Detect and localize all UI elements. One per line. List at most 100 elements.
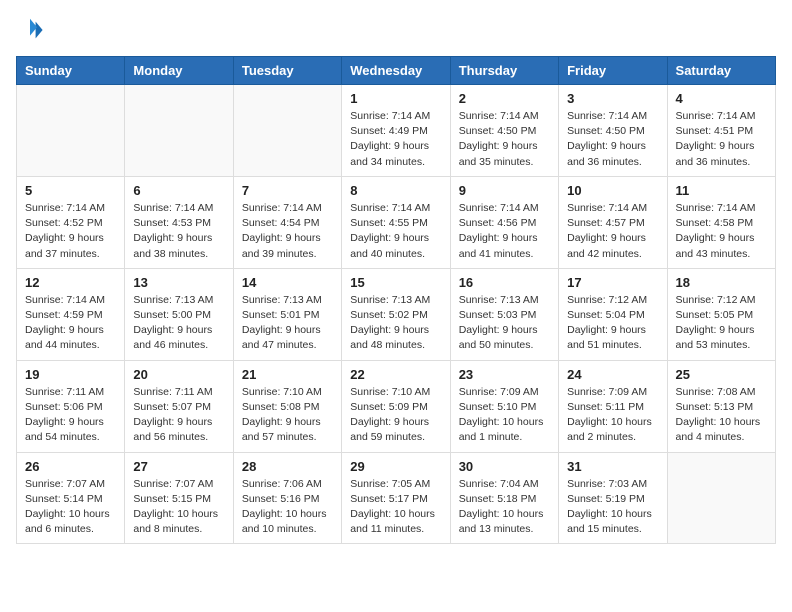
calendar-day-cell: 1 Sunrise: 7:14 AM Sunset: 4:49 PM Daylig…: [342, 85, 450, 177]
calendar-day-cell: [667, 452, 775, 544]
day-number: 11: [676, 183, 767, 198]
day-info: Sunrise: 7:14 AM Sunset: 4:53 PM Dayligh…: [133, 201, 224, 262]
day-info: Sunrise: 7:03 AM Sunset: 5:19 PM Dayligh…: [567, 477, 658, 538]
day-number: 31: [567, 459, 658, 474]
day-info: Sunrise: 7:09 AM Sunset: 5:10 PM Dayligh…: [459, 385, 550, 446]
day-number: 25: [676, 367, 767, 382]
calendar-day-cell: 26Sunrise: 7:07 AM Sunset: 5:14 PM Dayli…: [17, 452, 125, 544]
day-info: Sunrise: 7:06 AM Sunset: 5:16 PM Dayligh…: [242, 477, 333, 538]
calendar-day-cell: 3Sunrise: 7:14 AM Sunset: 4:50 PM Daylig…: [559, 85, 667, 177]
day-number: 20: [133, 367, 224, 382]
day-number: 9: [459, 183, 550, 198]
calendar-day-cell: 10 Sunrise: 7:14 AM Sunset: 4:57 PM Dayli…: [559, 176, 667, 268]
calendar-day-cell: 24 Sunrise: 7:09 AM Sunset: 5:11 PM Dayli…: [559, 360, 667, 452]
day-info: Sunrise: 7:10 AM Sunset: 5:08 PM Dayligh…: [242, 385, 333, 446]
calendar-day-cell: [17, 85, 125, 177]
calendar-table: SundayMondayTuesdayWednesdayThursdayFrid…: [16, 56, 776, 544]
day-info: Sunrise: 7:14 AM Sunset: 4:51 PM Dayligh…: [676, 109, 767, 170]
day-info: Sunrise: 7:14 AM Sunset: 4:55 PM Dayligh…: [350, 201, 441, 262]
day-info: Sunrise: 7:14 AM Sunset: 4:58 PM Dayligh…: [676, 201, 767, 262]
calendar-day-cell: 15 Sunrise: 7:13 AM Sunset: 5:02 PM Dayli…: [342, 268, 450, 360]
calendar-day-cell: 30Sunrise: 7:04 AM Sunset: 5:18 PM Dayli…: [450, 452, 558, 544]
day-number: 21: [242, 367, 333, 382]
calendar-day-cell: 21 Sunrise: 7:10 AM Sunset: 5:08 PM Dayli…: [233, 360, 341, 452]
calendar-day-cell: 20 Sunrise: 7:11 AM Sunset: 5:07 PM Dayli…: [125, 360, 233, 452]
day-info: Sunrise: 7:13 AM Sunset: 5:03 PM Dayligh…: [459, 293, 550, 354]
day-info: Sunrise: 7:14 AM Sunset: 4:57 PM Dayligh…: [567, 201, 658, 262]
day-number: 5: [25, 183, 116, 198]
calendar-week-row: 5 Sunrise: 7:14 AM Sunset: 4:52 PM Daylig…: [17, 176, 776, 268]
day-number: 13: [133, 275, 224, 290]
day-of-week-header: Monday: [125, 57, 233, 85]
day-info: Sunrise: 7:14 AM Sunset: 4:56 PM Dayligh…: [459, 201, 550, 262]
day-number: 1: [350, 91, 441, 106]
day-number: 10: [567, 183, 658, 198]
calendar-day-cell: 25 Sunrise: 7:08 AM Sunset: 5:13 PM Dayli…: [667, 360, 775, 452]
day-number: 2: [459, 91, 550, 106]
day-info: Sunrise: 7:14 AM Sunset: 4:59 PM Dayligh…: [25, 293, 116, 354]
calendar-day-cell: 17Sunrise: 7:12 AM Sunset: 5:04 PM Dayli…: [559, 268, 667, 360]
calendar-day-cell: [125, 85, 233, 177]
calendar-day-cell: [233, 85, 341, 177]
day-number: 23: [459, 367, 550, 382]
calendar-day-cell: 23 Sunrise: 7:09 AM Sunset: 5:10 PM Dayli…: [450, 360, 558, 452]
logo: [16, 16, 48, 44]
calendar-day-cell: 12 Sunrise: 7:14 AM Sunset: 4:59 PM Dayli…: [17, 268, 125, 360]
day-info: Sunrise: 7:14 AM Sunset: 4:50 PM Dayligh…: [459, 109, 550, 170]
calendar-day-cell: 8 Sunrise: 7:14 AM Sunset: 4:55 PM Daylig…: [342, 176, 450, 268]
day-info: Sunrise: 7:11 AM Sunset: 5:07 PM Dayligh…: [133, 385, 224, 446]
calendar-day-cell: 11 Sunrise: 7:14 AM Sunset: 4:58 PM Dayli…: [667, 176, 775, 268]
day-info: Sunrise: 7:07 AM Sunset: 5:14 PM Dayligh…: [25, 477, 116, 538]
calendar-day-cell: 2 Sunrise: 7:14 AM Sunset: 4:50 PM Daylig…: [450, 85, 558, 177]
calendar-day-cell: 13Sunrise: 7:13 AM Sunset: 5:00 PM Dayli…: [125, 268, 233, 360]
calendar-header-row: SundayMondayTuesdayWednesdayThursdayFrid…: [17, 57, 776, 85]
day-number: 8: [350, 183, 441, 198]
day-info: Sunrise: 7:05 AM Sunset: 5:17 PM Dayligh…: [350, 477, 441, 538]
day-number: 17: [567, 275, 658, 290]
calendar-day-cell: 19 Sunrise: 7:11 AM Sunset: 5:06 PM Dayli…: [17, 360, 125, 452]
day-number: 27: [133, 459, 224, 474]
day-info: Sunrise: 7:13 AM Sunset: 5:02 PM Dayligh…: [350, 293, 441, 354]
calendar-day-cell: 14 Sunrise: 7:13 AM Sunset: 5:01 PM Dayli…: [233, 268, 341, 360]
calendar-day-cell: 4 Sunrise: 7:14 AM Sunset: 4:51 PM Daylig…: [667, 85, 775, 177]
day-number: 12: [25, 275, 116, 290]
calendar-day-cell: 7 Sunrise: 7:14 AM Sunset: 4:54 PM Daylig…: [233, 176, 341, 268]
day-number: 4: [676, 91, 767, 106]
calendar-day-cell: 6 Sunrise: 7:14 AM Sunset: 4:53 PM Daylig…: [125, 176, 233, 268]
calendar-day-cell: 27Sunrise: 7:07 AM Sunset: 5:15 PM Dayli…: [125, 452, 233, 544]
day-number: 3: [567, 91, 658, 106]
day-of-week-header: Saturday: [667, 57, 775, 85]
day-number: 6: [133, 183, 224, 198]
day-of-week-header: Friday: [559, 57, 667, 85]
day-of-week-header: Sunday: [17, 57, 125, 85]
day-number: 29: [350, 459, 441, 474]
calendar-day-cell: 22 Sunrise: 7:10 AM Sunset: 5:09 PM Dayli…: [342, 360, 450, 452]
day-number: 15: [350, 275, 441, 290]
day-info: Sunrise: 7:09 AM Sunset: 5:11 PM Dayligh…: [567, 385, 658, 446]
day-info: Sunrise: 7:11 AM Sunset: 5:06 PM Dayligh…: [25, 385, 116, 446]
day-of-week-header: Wednesday: [342, 57, 450, 85]
day-of-week-header: Tuesday: [233, 57, 341, 85]
day-info: Sunrise: 7:14 AM Sunset: 4:54 PM Dayligh…: [242, 201, 333, 262]
calendar-day-cell: 28 Sunrise: 7:06 AM Sunset: 5:16 PM Dayli…: [233, 452, 341, 544]
day-info: Sunrise: 7:14 AM Sunset: 4:49 PM Dayligh…: [350, 109, 441, 170]
day-info: Sunrise: 7:08 AM Sunset: 5:13 PM Dayligh…: [676, 385, 767, 446]
day-number: 18: [676, 275, 767, 290]
day-number: 19: [25, 367, 116, 382]
logo-icon: [16, 16, 44, 44]
page-header: [16, 16, 776, 44]
calendar-day-cell: 5 Sunrise: 7:14 AM Sunset: 4:52 PM Daylig…: [17, 176, 125, 268]
day-info: Sunrise: 7:04 AM Sunset: 5:18 PM Dayligh…: [459, 477, 550, 538]
day-number: 24: [567, 367, 658, 382]
day-number: 16: [459, 275, 550, 290]
day-number: 22: [350, 367, 441, 382]
calendar-day-cell: 31 Sunrise: 7:03 AM Sunset: 5:19 PM Dayli…: [559, 452, 667, 544]
day-number: 28: [242, 459, 333, 474]
day-info: Sunrise: 7:10 AM Sunset: 5:09 PM Dayligh…: [350, 385, 441, 446]
calendar-day-cell: 29 Sunrise: 7:05 AM Sunset: 5:17 PM Dayli…: [342, 452, 450, 544]
day-number: 14: [242, 275, 333, 290]
day-info: Sunrise: 7:13 AM Sunset: 5:01 PM Dayligh…: [242, 293, 333, 354]
day-info: Sunrise: 7:14 AM Sunset: 4:52 PM Dayligh…: [25, 201, 116, 262]
day-number: 7: [242, 183, 333, 198]
calendar-week-row: 12 Sunrise: 7:14 AM Sunset: 4:59 PM Dayli…: [17, 268, 776, 360]
